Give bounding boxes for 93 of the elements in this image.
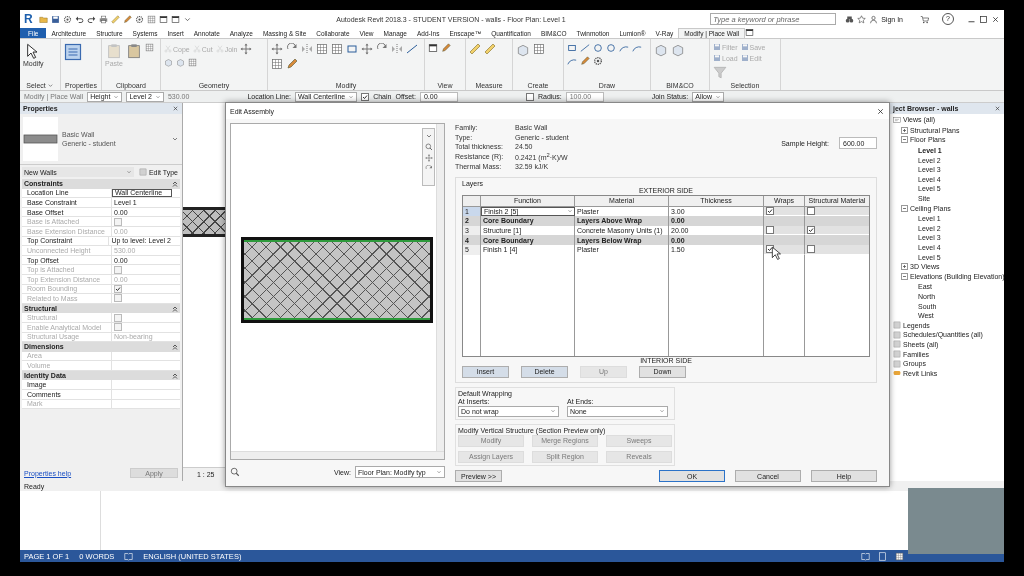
scrollbar[interactable] (436, 124, 444, 451)
caret-icon[interactable] (424, 132, 433, 140)
chevron-icon[interactable] (172, 343, 178, 350)
grid-icon[interactable] (271, 58, 283, 70)
grid-icon[interactable] (533, 43, 545, 55)
structural-checkbox[interactable] (807, 226, 815, 235)
wraps-checkbox[interactable] (766, 206, 774, 215)
mirror-icon[interactable] (391, 43, 403, 55)
window-icon[interactable] (428, 43, 438, 53)
grid-icon[interactable] (895, 551, 904, 561)
structural-checkbox[interactable] (807, 245, 815, 254)
book-icon[interactable] (124, 551, 134, 561)
zoom-icon[interactable] (424, 143, 433, 151)
collapse-icon[interactable] (901, 272, 908, 280)
zoom-icon[interactable] (230, 467, 240, 477)
views-icon (893, 115, 901, 124)
caret-icon[interactable] (171, 135, 179, 143)
link-icon (893, 369, 901, 378)
close-icon[interactable] (994, 105, 1001, 112)
collapse-icon[interactable] (901, 136, 908, 144)
wraps-checkbox[interactable] (766, 226, 774, 235)
collapse-icon[interactable] (901, 204, 908, 212)
caret-icon (659, 408, 665, 415)
caret-icon[interactable] (46, 81, 54, 89)
pointer-icon (770, 246, 784, 260)
save-icon (713, 54, 721, 62)
grid-icon[interactable] (316, 43, 328, 55)
pencil-icon[interactable] (580, 56, 590, 66)
rectangle-icon[interactable] (567, 43, 577, 53)
cube-icon[interactable] (516, 43, 530, 57)
undo-icon[interactable] (74, 14, 84, 24)
pan-icon[interactable] (424, 154, 433, 162)
window-icon[interactable] (745, 28, 755, 37)
scrollbar[interactable] (231, 451, 444, 459)
ruler-icon[interactable] (484, 43, 496, 55)
cart-icon[interactable] (920, 14, 929, 24)
pencil-icon[interactable] (286, 58, 298, 70)
close-icon[interactable] (172, 105, 179, 112)
circle-icon[interactable] (606, 43, 616, 53)
clipboard-icon (105, 43, 122, 59)
grid-icon (138, 168, 147, 176)
caret-icon (113, 93, 120, 100)
structural-checkbox[interactable] (807, 206, 815, 215)
circle-icon[interactable] (593, 43, 603, 53)
ruler-icon[interactable] (469, 43, 481, 55)
wall-swatch-icon (23, 134, 58, 144)
caret-icon (125, 169, 132, 175)
gear-icon[interactable] (593, 56, 603, 66)
redo-icon[interactable] (86, 14, 96, 24)
printer-icon[interactable] (98, 14, 108, 24)
caret-icon (154, 93, 161, 100)
user-icon[interactable] (869, 14, 879, 24)
paste-icon[interactable] (125, 43, 142, 59)
binoculars-icon[interactable] (845, 14, 855, 24)
caret-icon (348, 93, 355, 100)
save-icon (713, 43, 721, 51)
cube-icon[interactable] (671, 43, 685, 57)
star-icon[interactable] (857, 14, 867, 24)
app-logo[interactable]: R (24, 12, 33, 26)
caret-icon (550, 408, 556, 415)
expand-icon[interactable] (901, 263, 908, 271)
expand-icon[interactable] (901, 126, 908, 134)
gear-icon[interactable] (134, 14, 144, 24)
radius-checkbox[interactable] (525, 92, 534, 101)
page-icon[interactable] (878, 551, 887, 561)
save-icon[interactable] (50, 14, 60, 24)
chevron-icon[interactable] (172, 372, 178, 379)
close-icon[interactable] (991, 14, 1000, 24)
move-icon[interactable] (240, 43, 253, 55)
read-mode-icon[interactable] (861, 551, 870, 561)
move-icon[interactable] (361, 43, 373, 55)
line-icon[interactable] (406, 43, 418, 55)
pencil-icon[interactable] (122, 14, 132, 24)
move-icon[interactable] (271, 43, 283, 55)
caret-icon (567, 208, 573, 215)
arc-icon[interactable] (567, 56, 577, 66)
mirror-icon[interactable] (301, 43, 313, 55)
window-icon[interactable] (170, 14, 180, 24)
maximize-icon[interactable] (979, 14, 988, 24)
save-icon (740, 43, 749, 51)
cube-icon[interactable] (654, 43, 668, 57)
close-icon[interactable] (876, 106, 885, 116)
chevron-icon[interactable] (172, 180, 178, 187)
grid-icon[interactable] (331, 43, 343, 55)
properties-icon[interactable] (64, 43, 82, 61)
caret-icon (715, 93, 721, 100)
window-icon[interactable] (158, 14, 168, 24)
chevron-icon[interactable] (172, 305, 178, 312)
caret-icon (436, 469, 442, 475)
rectangle-icon[interactable] (346, 43, 358, 55)
save-icon (740, 54, 749, 62)
gear-icon[interactable] (62, 14, 72, 24)
chain-checkbox[interactable] (361, 92, 370, 101)
